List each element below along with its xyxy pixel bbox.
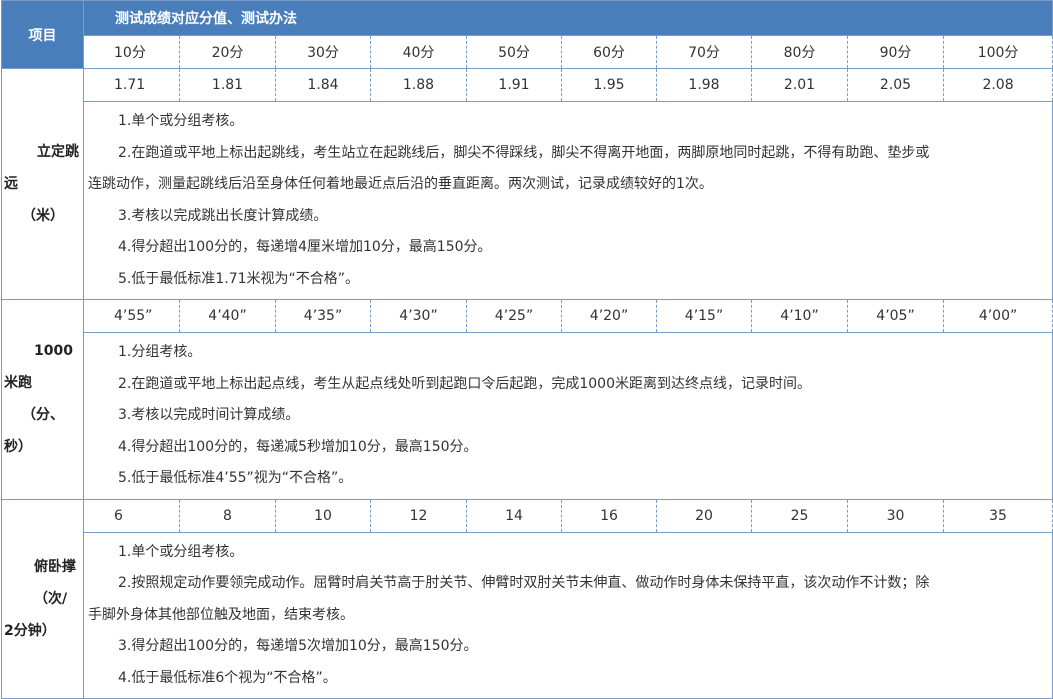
label-line: 俯卧撑 [34,558,76,575]
value-cell: 4’25” [466,299,562,333]
value-cell: 16 [561,498,657,533]
value-cell: 6 [83,498,180,533]
rule-line: 4.低于最低标准6个视为“不合格”。 [118,669,337,686]
value-cell: 4’05” [847,299,944,333]
value-cell: 4’40” [179,299,276,333]
run-1000m-rules-row: 1.分组考核。 2.在跑道或平地上标出起点线，考生从起点线处听到起跑口令后起跑，… [2,332,1053,500]
value-cell: 4’55” [83,299,180,333]
value-cell: 2.01 [751,68,848,102]
header-title-row: 项目 测试成绩对应分值、测试办法 [1,0,1053,69]
project-header: 项目 [1,0,84,69]
value-cell: 10 [275,498,371,533]
value-cell: 4’10” [751,299,848,333]
rule-line: 3.得分超出100分的，每递增5次增加10分，最高150分。 [118,638,478,654]
value-cell: 8 [179,498,276,533]
value-cell: 25 [751,498,848,533]
score-standards-table: 项目 测试成绩对应分值、测试办法 10分 20分 30分 40分 50分 60分… [1,0,1053,699]
score-header-cell: 100分 [942,35,1053,69]
rule-line: 5.低于最低标准1.71米视为“不合格”。 [118,270,360,287]
value-cell: 2.08 [942,68,1053,102]
rule-line: 连跳动作，测量起跳线后沿至身体任何着地最近点后沿的垂直距离。两次测试，记录成绩较… [88,176,713,192]
value-cell: 1.88 [370,68,467,102]
score-header-cell: 80分 [751,35,848,69]
score-header-cell: 70分 [656,35,752,69]
value-cell: 2.05 [847,68,944,102]
value-cell: 4’30” [370,299,467,333]
value-cell: 4’20” [561,299,657,333]
pushup-rules-row: 1.单个或分组考核。 2.按照规定动作要领完成动作。屈臂时肩关节高于肘关节、伸臂… [2,531,1053,699]
label-line: 立定跳 [37,144,79,160]
rule-line: 1.单个或分组考核。 [118,543,244,560]
score-header-cell: 10分 [83,35,180,69]
rule-line: 4.得分超出100分的，每递减5秒增加10分，最高150分。 [118,438,478,455]
label-line: 米跑 [4,375,32,392]
label-line: （分、 [22,407,64,424]
label-line: （次/ [34,590,68,607]
rule-line: 3.考核以完成跳出长度计算成绩。 [118,207,328,224]
value-cell: 1.81 [179,68,276,102]
standing-jump-label: 立定跳 远 （米） [1,68,84,300]
rule-line: 2.按照规定动作要领完成动作。屈臂时肩关节高于肘关节、伸臂时双肘关节未伸直、做动… [118,575,930,591]
value-cell: 35 [942,498,1053,533]
run-1000m-values-row: 1000 米跑 （分、 秒） 4’55” 4’40” 4’35” 4’30” 4… [1,299,1053,500]
rule-line: 1.分组考核。 [118,344,202,360]
run-1000m-rules: 1.分组考核。 2.在跑道或平地上标出起点线，考生从起点线处听到起跑口令后起跑，… [82,332,1053,500]
value-cell: 1.84 [275,68,371,102]
table-title: 测试成绩对应分值、测试办法 [82,0,1053,36]
rule-line: 2.在跑道或平地上标出起跳线，考生站立在起跳线后，脚尖不得踩线，脚尖不得离开地面… [118,144,930,161]
label-line: 2分钟） [4,622,56,639]
score-header-cell: 60分 [561,35,657,69]
score-header-cell: 30分 [275,35,371,69]
pushup-values-row: 俯卧撑 （次/ 2分钟） 6 8 10 12 14 16 20 25 30 35 [1,498,1053,699]
rule-line: 2.在跑道或平地上标出起点线，考生从起点线处听到起跑口令后起跑，完成1000米距… [118,375,811,392]
value-cell: 1.71 [83,68,180,102]
value-cell: 1.98 [656,68,752,102]
score-header-cell: 40分 [370,35,467,69]
value-cell: 1.91 [466,68,562,102]
label-line: 秒） [4,439,32,456]
value-cell: 4’35” [275,299,371,333]
rule-line: 1.单个或分组考核。 [118,113,244,129]
value-cell: 30 [847,498,944,533]
score-header-cell: 90分 [847,35,944,69]
value-cell: 20 [656,498,752,533]
value-cell: 4’00” [942,299,1053,333]
score-header-cell: 50分 [466,35,562,69]
rule-line: 手脚外身体其他部位触及地面，结束考核。 [88,606,354,623]
run-1000m-label: 1000 米跑 （分、 秒） [1,299,84,500]
rule-line: 3.考核以完成时间计算成绩。 [118,407,300,423]
label-line: 远 [4,176,18,192]
value-cell: 4’15” [656,299,752,333]
rule-line: 4.得分超出100分的，每递增4厘米增加10分，最高150分。 [118,239,492,255]
standing-jump-values-row: 立定跳 远 （米） 1.71 1.81 1.84 1.88 1.91 1.95 … [1,68,1053,300]
standing-jump-rules-row: 1.单个或分组考核。 2.在跑道或平地上标出起跳线，考生站立在起跳线后，脚尖不得… [2,101,1053,300]
value-cell: 12 [370,498,467,533]
pushup-rules: 1.单个或分组考核。 2.按照规定动作要领完成动作。屈臂时肩关节高于肘关节、伸臂… [82,531,1053,699]
value-cell: 1.95 [561,68,657,102]
value-cell: 14 [466,498,562,533]
pushup-label: 俯卧撑 （次/ 2分钟） [1,498,84,699]
rule-line: 5.低于最低标准4’55”视为“不合格”。 [118,470,353,486]
standing-jump-rules: 1.单个或分组考核。 2.在跑道或平地上标出起跳线，考生站立在起跳线后，脚尖不得… [82,101,1053,300]
score-header-cell: 20分 [179,35,276,69]
label-line: 1000 [34,343,73,360]
score-header-row: 10分 20分 30分 40分 50分 60分 70分 80分 90分 100分 [2,35,1053,69]
label-line: （米） [22,208,64,224]
